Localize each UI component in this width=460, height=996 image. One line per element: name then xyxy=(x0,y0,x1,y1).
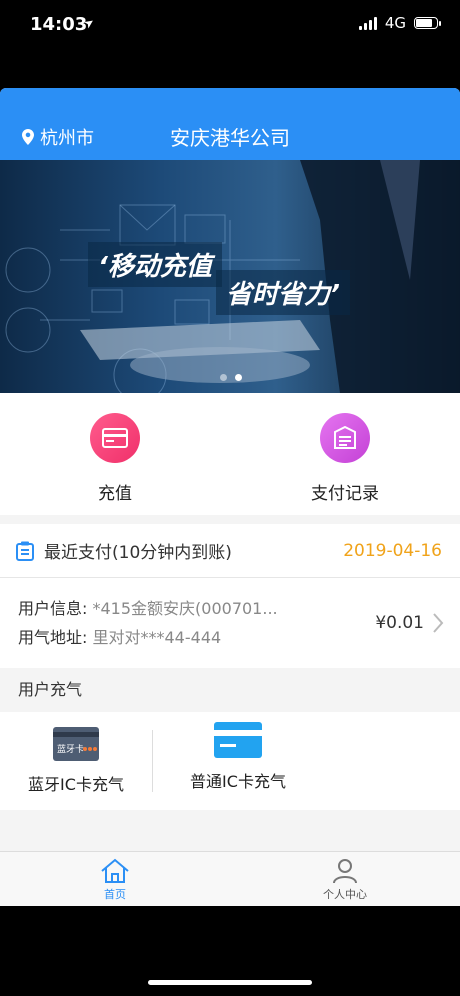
ic-card-icon xyxy=(214,722,262,758)
banner-slogan-1: ‘移动充值 xyxy=(88,242,222,287)
payment-records-label: 支付记录 xyxy=(311,484,379,504)
recent-payment-details: 用户信息: *415金额安庆(000701... 用气地址: 里对对***44-… xyxy=(18,594,375,652)
nav-profile[interactable]: 个人中心 xyxy=(230,852,460,906)
address-label: 用气地址: xyxy=(18,628,88,647)
status-time: 14:03 xyxy=(30,14,88,35)
bluetooth-ic-card-label: 蓝牙IC卡充气 xyxy=(28,775,124,794)
signal-icon xyxy=(358,16,377,30)
recent-payment-card: 最近支付(10分钟内到账) 2019-04-16 用户信息: *415金额安庆(… xyxy=(0,524,460,668)
home-icon xyxy=(101,858,129,883)
bluetooth-ic-card-button[interactable]: 蓝牙卡 蓝牙IC卡充气 xyxy=(0,727,152,795)
user-info-line: 用户信息: *415金额安庆(000701... xyxy=(18,594,375,623)
user-icon xyxy=(333,859,357,884)
recharge-button[interactable]: 充值 xyxy=(0,393,230,515)
nav-home-label: 首页 xyxy=(104,888,126,901)
nav-profile-label: 个人中心 xyxy=(323,888,367,901)
receipt-icon xyxy=(320,413,370,463)
recent-payment-row[interactable]: 用户信息: *415金额安庆(000701... 用气地址: 里对对***44-… xyxy=(0,578,460,668)
recent-payment-date: 2019-04-16 xyxy=(343,540,442,561)
recent-payment-title: 最近支付(10分钟内到账) xyxy=(44,543,232,563)
app-screen: 杭州市 安庆港华公司 ‘移动充值 省时省力’ 充值 支付记录 最近支付(10分钟… xyxy=(0,88,460,906)
normal-ic-card-button[interactable]: 普通IC卡充气 xyxy=(153,722,323,792)
payment-amount: ¥0.01 xyxy=(375,613,424,633)
home-indicator[interactable] xyxy=(148,980,312,985)
chevron-right-icon xyxy=(433,613,444,633)
carousel-dot[interactable] xyxy=(220,374,227,381)
user-info-label: 用户信息: xyxy=(18,599,88,618)
status-bar: 14:03 ➤ 4G xyxy=(0,0,460,52)
quick-actions: 充值 支付记录 xyxy=(0,393,460,515)
status-indicators: 4G xyxy=(358,14,441,32)
bluetooth-card-icon: 蓝牙卡 xyxy=(53,727,99,761)
banner-slogan-2: 省时省力’ xyxy=(216,270,350,315)
address-value: 里对对***44-444 xyxy=(92,628,222,647)
bluetooth-card-text: 蓝牙卡 xyxy=(57,743,84,755)
recharge-label: 充值 xyxy=(98,484,132,504)
nav-home[interactable]: 首页 xyxy=(0,852,230,906)
address-line: 用气地址: 里对对***44-444 xyxy=(18,623,375,652)
card-icon xyxy=(90,413,140,463)
battery-icon xyxy=(414,17,441,29)
network-type: 4G xyxy=(384,14,406,32)
carousel-dot-active[interactable] xyxy=(235,374,242,381)
normal-ic-card-label: 普通IC卡充气 xyxy=(190,772,286,791)
user-info-value: *415金额安庆(000701... xyxy=(92,599,278,618)
promo-banner[interactable]: ‘移动充值 省时省力’ xyxy=(0,160,460,393)
section-title: 用户充气 xyxy=(0,668,460,712)
company-title: 安庆港华公司 xyxy=(170,126,290,150)
carousel-dots xyxy=(220,374,242,381)
payment-records-button[interactable]: 支付记录 xyxy=(230,393,460,515)
card-options: 蓝牙卡 蓝牙IC卡充气 普通IC卡充气 xyxy=(0,712,460,810)
recent-payment-header: 最近支付(10分钟内到账) 2019-04-16 xyxy=(0,524,460,578)
app-header: 杭州市 安庆港华公司 xyxy=(0,88,460,160)
bottom-nav: 首页 个人中心 xyxy=(0,851,460,906)
clipboard-icon xyxy=(16,541,34,561)
